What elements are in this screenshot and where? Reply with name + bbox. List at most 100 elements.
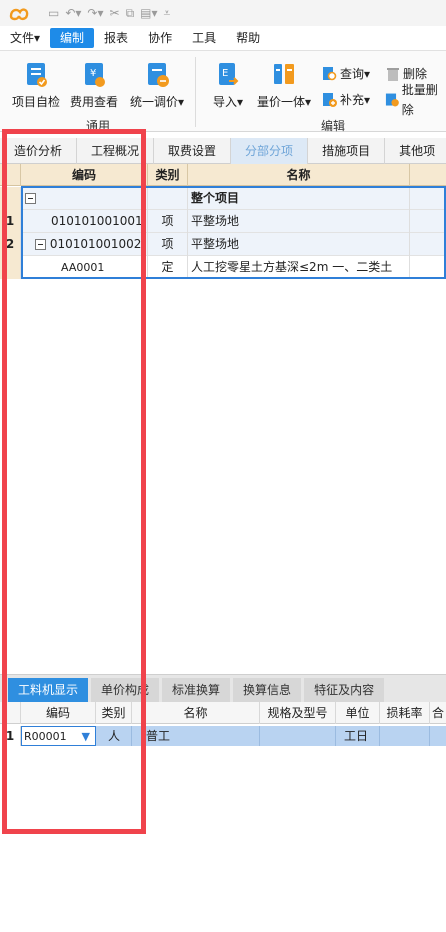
row-code: AA0001 <box>21 256 148 279</box>
col-loss-header[interactable]: 损耗率 <box>380 702 430 724</box>
quantity-price-label: 量价一体▾ <box>256 95 312 109</box>
main-tabs: 造价分析 工程概况 取费设置 分部分项 措施项目 其他项 <box>0 138 446 164</box>
unified-price-button[interactable]: 统一调价▾ <box>126 61 188 110</box>
row-number <box>0 256 21 279</box>
row-spec <box>260 726 336 746</box>
table-row[interactable]: AA0001 定 人工挖零星土方基深≤2m 一、二类土 <box>0 256 446 279</box>
table-row[interactable]: 整个项目 <box>0 187 446 210</box>
code-dropdown[interactable]: R00001 ▼ <box>21 726 96 746</box>
tab-fee-settings[interactable]: 取费设置 <box>154 138 232 164</box>
col-type-header[interactable]: 类别 <box>148 164 188 186</box>
tab-material-display[interactable]: 工料机显示 <box>8 678 89 702</box>
tab-cost-analysis[interactable]: 造价分析 <box>0 138 78 164</box>
undo-icon[interactable]: ↶▾ <box>65 6 81 20</box>
app-logo-icon <box>9 8 29 21</box>
row-type: 定 <box>148 256 188 279</box>
collapse-icon[interactable] <box>35 239 46 250</box>
quantity-price-icon <box>274 64 294 84</box>
supplement-icon <box>323 93 337 107</box>
copy-icon[interactable]: ⧉ <box>126 6 135 21</box>
row-loss <box>380 726 430 746</box>
trash-icon <box>387 68 399 81</box>
col-spec-header[interactable]: 规格及型号 <box>260 702 336 724</box>
menu-tools[interactable]: 工具 <box>182 28 226 48</box>
menu-help[interactable]: 帮助 <box>226 28 270 48</box>
col-code-header[interactable]: 编码 <box>21 164 148 186</box>
cost-view-button[interactable]: ¥ 费用查看 <box>64 61 124 110</box>
group-general-label: 通用 <box>86 119 111 133</box>
tab-conversion-info[interactable]: 换算信息 <box>233 678 302 702</box>
row-name: 整个项目 <box>188 187 410 210</box>
project-check-button[interactable]: 项目自检 <box>6 61 66 110</box>
menu-file[interactable]: 文件▾ <box>0 28 50 48</box>
batch-delete-icon <box>385 93 399 107</box>
row-name: 人工挖零星土方基深≤2m 一、二类土 <box>188 256 410 279</box>
supplement-button[interactable]: 补充▾ <box>322 90 370 110</box>
query-button[interactable]: 查询▾ <box>322 64 370 84</box>
quantity-price-button[interactable]: 量价一体▾ <box>252 61 316 110</box>
svg-text:¥: ¥ <box>90 68 96 79</box>
collapse-icon[interactable] <box>25 193 36 204</box>
table-row[interactable]: 1 010101001001 项 平整场地 <box>0 210 446 233</box>
cost-view-label: 费用查看 <box>69 95 118 109</box>
project-check-label: 项目自检 <box>11 95 60 109</box>
import-button[interactable]: E 导入▾ <box>198 61 258 110</box>
customize-icon[interactable]: ⩡ <box>164 6 171 21</box>
tab-unit-price[interactable]: 单价构成 <box>91 678 160 702</box>
col-code-header[interactable]: 编码 <box>21 702 96 724</box>
col-unit-header[interactable]: 单位 <box>336 702 380 724</box>
paste-icon[interactable]: ▤▾ <box>140 6 157 20</box>
chevron-down-icon[interactable]: ▼ <box>82 727 90 745</box>
tab-other[interactable]: 其他项 <box>385 138 446 164</box>
col-extra-header <box>410 164 446 186</box>
redo-icon[interactable]: ↷▾ <box>87 6 103 20</box>
material-row[interactable]: 1 R00001 ▼ 人 普工 工日 <box>0 726 446 746</box>
rownum-header <box>0 702 21 724</box>
unified-price-label: 统一调价▾ <box>129 95 185 109</box>
cut-icon[interactable]: ✂ <box>110 6 120 20</box>
svg-text:E: E <box>222 68 228 79</box>
import-icon: E <box>219 63 239 85</box>
tab-measures[interactable]: 措施项目 <box>308 138 386 164</box>
query-icon <box>323 67 337 81</box>
row-name: 平整场地 <box>188 210 410 233</box>
group-edit-label: 编辑 <box>321 119 346 133</box>
row-code-text: 010101001002 <box>49 237 142 251</box>
ribbon: 项目自检 ¥ 费用查看 统一调价▾ E 导入▾ 量价一体▾ 查询▾ 删除 补充▾… <box>0 50 446 133</box>
tab-features[interactable]: 特征及内容 <box>304 678 385 702</box>
col-name-header[interactable]: 名称 <box>188 164 410 186</box>
col-more-header[interactable]: 合 <box>430 702 446 724</box>
save-icon[interactable]: ▭ <box>48 6 59 20</box>
menu-edit[interactable]: 编制 <box>50 28 95 48</box>
rownum-header <box>0 164 21 186</box>
tab-sub-items[interactable]: 分部分项 <box>231 138 309 164</box>
title-bar: ▭ ↶▾ ↷▾ ✂ ⧉ ▤▾ ⩡ <box>0 0 446 26</box>
batch-delete-button[interactable]: 批量删除 <box>385 83 446 117</box>
row-number: 1 <box>0 210 21 233</box>
bottom-tabs: 工料机显示 单价构成 标准换算 换算信息 特征及内容 <box>0 674 446 702</box>
project-check-icon <box>27 63 47 87</box>
menu-report[interactable]: 报表 <box>94 28 138 48</box>
row-name: 平整场地 <box>188 233 410 256</box>
menu-collab[interactable]: 协作 <box>138 28 182 48</box>
row-code <box>21 187 148 210</box>
col-type-header[interactable]: 类别 <box>96 702 132 724</box>
import-label: 导入▾ <box>212 95 244 109</box>
row-number: 1 <box>0 726 21 746</box>
row-type <box>148 187 188 210</box>
ribbon-divider <box>195 57 196 127</box>
tab-project-overview[interactable]: 工程概况 <box>77 138 155 164</box>
tab-standard-conversion[interactable]: 标准换算 <box>162 678 231 702</box>
menu-bar: 文件▾ 编制 报表 协作 工具 帮助 <box>0 28 446 48</box>
row-name: 普工 <box>132 726 260 746</box>
batch-delete-label: 批量删除 <box>401 83 438 117</box>
row-more <box>430 726 446 746</box>
unified-price-icon <box>148 63 169 87</box>
grid-header: 编码 类别 名称 <box>0 164 446 186</box>
row-number: 2 <box>0 233 21 256</box>
table-row[interactable]: 2 010101001002 项 平整场地 <box>0 233 446 256</box>
col-name-header[interactable]: 名称 <box>132 702 260 724</box>
row-code: 010101001001 <box>21 210 148 233</box>
material-grid-header: 编码 类别 名称 规格及型号 单位 损耗率 合 <box>0 702 446 724</box>
row-number <box>0 187 21 210</box>
